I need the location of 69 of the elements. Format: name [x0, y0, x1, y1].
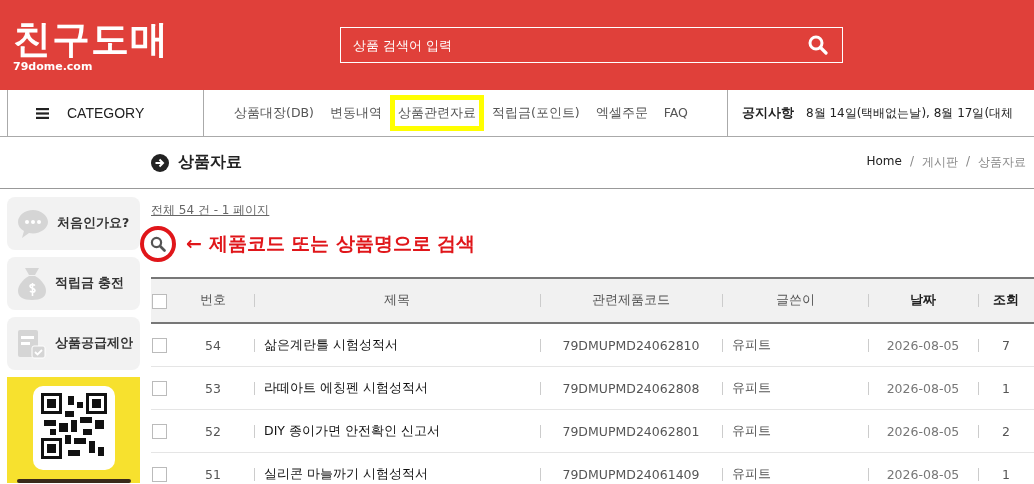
- table-cell: 2026-08-05: [886, 337, 960, 353]
- nav-link[interactable]: 엑셀주문: [587, 95, 656, 131]
- row-checkbox[interactable]: [152, 381, 167, 396]
- row-checkbox[interactable]: [152, 338, 167, 353]
- annotation-text: ← 제품코드 또는 상품명으로 검색: [186, 231, 476, 256]
- table-cell: 79DMUPMD24062801: [562, 423, 700, 439]
- column-header[interactable]: 날짜: [868, 278, 978, 323]
- nav-link[interactable]: 변동내역: [321, 95, 390, 131]
- table-cell: 79DMUPMD24062808: [562, 380, 700, 396]
- qr-code-icon: [40, 393, 107, 459]
- breadcrumb-separator: /: [909, 154, 914, 170]
- column-header[interactable]: 조회: [978, 278, 1034, 323]
- breadcrumb-link[interactable]: 상품자료: [978, 154, 1026, 171]
- nav-link[interactable]: FAQ: [655, 95, 696, 131]
- document-check-icon: [17, 328, 47, 359]
- post-title-link[interactable]: 라떼아트 에칭펜 시험성적서: [264, 379, 428, 395]
- row-checkbox[interactable]: [152, 467, 167, 482]
- breadcrumb-separator: /: [965, 154, 970, 170]
- sidebar-button[interactable]: 상품공급제안: [7, 317, 140, 370]
- column-header[interactable]: 제목: [254, 278, 540, 323]
- table-cell: 52: [205, 423, 221, 439]
- table-cell: 7: [1002, 337, 1010, 353]
- sidebar-button[interactable]: 처음인가요?: [7, 197, 140, 250]
- logo-domain: 79dome.com: [13, 59, 93, 73]
- category-label: CATEGORY: [67, 105, 145, 121]
- table-cell: 79DMUPMD24061409: [562, 466, 700, 482]
- table-cell: 유피트: [732, 422, 771, 438]
- notice-label: 공지사항: [742, 104, 794, 122]
- column-header[interactable]: 글쓴이: [722, 278, 868, 323]
- row-checkbox[interactable]: [152, 424, 167, 439]
- search-icon[interactable]: [808, 35, 828, 55]
- search-bar[interactable]: 상품 검색어 입력: [340, 27, 843, 63]
- table-cell: 2026-08-05: [886, 380, 960, 396]
- total-count-link[interactable]: 전체 54 건 - 1 페이지: [151, 202, 270, 219]
- arrow-right-icon: [151, 153, 169, 172]
- column-header[interactable]: 관련제품코드: [540, 278, 722, 323]
- table-cell: 유피트: [732, 465, 771, 481]
- promo-banner[interactable]: [7, 377, 140, 483]
- nav-link[interactable]: 상품대장(DB): [226, 95, 322, 131]
- table-cell: 유피트: [732, 379, 771, 395]
- post-title-link[interactable]: 실리콘 마늘까기 시험성적서: [264, 465, 428, 481]
- table-cell: 53: [205, 380, 221, 396]
- breadcrumb-link[interactable]: Home: [866, 154, 902, 171]
- money-bag-icon: [17, 266, 47, 301]
- table-cell: 1: [1002, 466, 1010, 482]
- table-cell: 2026-08-05: [886, 423, 960, 439]
- sidebar-button[interactable]: 적립금 충전: [7, 257, 140, 310]
- post-title-link[interactable]: 삶은계란틀 시험성적서: [264, 336, 398, 352]
- table-cell: 54: [205, 337, 221, 353]
- site-logo[interactable]: 친구도매: [13, 17, 169, 60]
- post-title-link[interactable]: DIY 종이가면 안전확인 신고서: [264, 422, 440, 438]
- search-icon[interactable]: [150, 236, 166, 252]
- table-cell: 1: [1002, 380, 1010, 396]
- search-input[interactable]: 상품 검색어 입력: [351, 36, 808, 54]
- select-all-checkbox[interactable]: [152, 293, 167, 309]
- breadcrumb-link[interactable]: 게시판: [921, 154, 958, 171]
- page-title: 상품자료: [178, 152, 242, 173]
- table-cell: 79DMUPMD24062810: [562, 337, 700, 353]
- table-cell: 51: [205, 466, 221, 482]
- menu-icon[interactable]: [36, 107, 49, 119]
- table-cell: 2: [1002, 423, 1010, 439]
- nav-link[interactable]: 상품관련자료: [389, 95, 484, 131]
- table-cell: 유피트: [732, 336, 771, 352]
- category-menu[interactable]: CATEGORY: [7, 90, 204, 136]
- nav-link[interactable]: 적립금(포인트): [483, 95, 588, 131]
- notice-text[interactable]: 8월 14일(택배없는날), 8월 17일(대체: [806, 104, 1014, 122]
- table-cell: 2026-08-05: [886, 466, 960, 482]
- speech-bubble-icon: [17, 208, 49, 239]
- column-header[interactable]: 번호: [172, 278, 254, 323]
